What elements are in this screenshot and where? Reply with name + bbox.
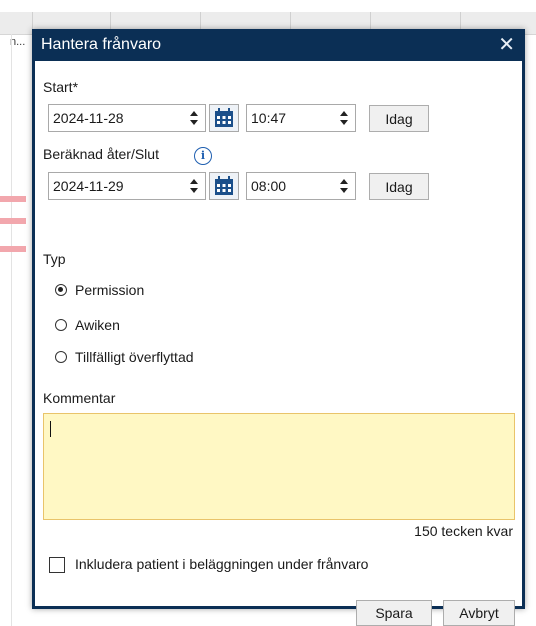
calendar-icon [215, 108, 233, 127]
end-label: Beräknad åter/Slut [43, 146, 159, 162]
start-time-value: 10:47 [251, 110, 287, 126]
comment-label: Kommentar [43, 390, 116, 406]
end-calendar-button[interactable] [209, 172, 239, 200]
start-calendar-button[interactable] [209, 104, 239, 132]
start-date-value: 2024-11-28 [53, 110, 124, 126]
background-column-text: n... [10, 36, 26, 48]
text-caret [50, 421, 51, 437]
calendar-icon [215, 176, 233, 195]
background-topbar [0, 0, 536, 12]
radio-awiken[interactable]: Awiken [55, 317, 120, 333]
dialog-titlebar[interactable]: Hantera frånvaro ✕ [32, 29, 525, 61]
include-patient-checkbox[interactable] [49, 557, 65, 573]
end-time-field[interactable]: 08:00 [246, 172, 356, 200]
radio-button[interactable] [55, 351, 67, 363]
comment-textarea[interactable] [43, 413, 515, 520]
background-marker [0, 246, 26, 252]
include-patient-label[interactable]: Inkludera patient i beläggningen under f… [75, 556, 368, 572]
type-label: Typ [43, 251, 66, 267]
background-marker [0, 218, 26, 224]
absence-dialog: Hantera frånvaro ✕ Start* 2024-11-28 10:… [32, 29, 525, 626]
start-time-field[interactable]: 10:47 [246, 104, 356, 132]
dialog-title: Hantera frånvaro [41, 36, 162, 53]
characters-remaining: 150 tecken kvar [414, 523, 513, 539]
radio-label: Tillfälligt överflyttad [75, 349, 194, 365]
radio-permission[interactable]: Permission [55, 282, 144, 298]
radio-button[interactable] [55, 284, 67, 296]
radio-button[interactable] [55, 319, 67, 331]
start-label: Start* [43, 79, 79, 95]
end-today-button[interactable]: Idag [369, 173, 429, 200]
end-time-value: 08:00 [251, 178, 287, 194]
save-button-label: Spara [375, 605, 413, 621]
close-icon[interactable]: ✕ [498, 32, 515, 57]
background-divider [11, 34, 12, 626]
info-icon[interactable]: i [194, 147, 212, 165]
radio-label: Awiken [75, 317, 120, 333]
radio-label: Permission [75, 282, 145, 298]
background-marker [0, 196, 26, 202]
save-button[interactable]: Spara [356, 600, 432, 626]
end-date-field[interactable]: 2024-11-29 [48, 172, 206, 200]
spinner-icon[interactable] [190, 179, 198, 193]
cancel-button[interactable]: Avbryt [443, 600, 515, 626]
start-date-field[interactable]: 2024-11-28 [48, 104, 206, 132]
cancel-button-label: Avbryt [459, 605, 499, 621]
spinner-icon[interactable] [340, 179, 348, 193]
dialog-content: Start* 2024-11-28 10:47 Idag Beräknad åt… [35, 61, 522, 626]
start-today-button[interactable]: Idag [369, 105, 429, 132]
spinner-icon[interactable] [190, 111, 198, 125]
spinner-icon[interactable] [340, 111, 348, 125]
radio-transferred[interactable]: Tillfälligt överflyttad [55, 349, 194, 365]
end-date-value: 2024-11-29 [53, 178, 124, 194]
